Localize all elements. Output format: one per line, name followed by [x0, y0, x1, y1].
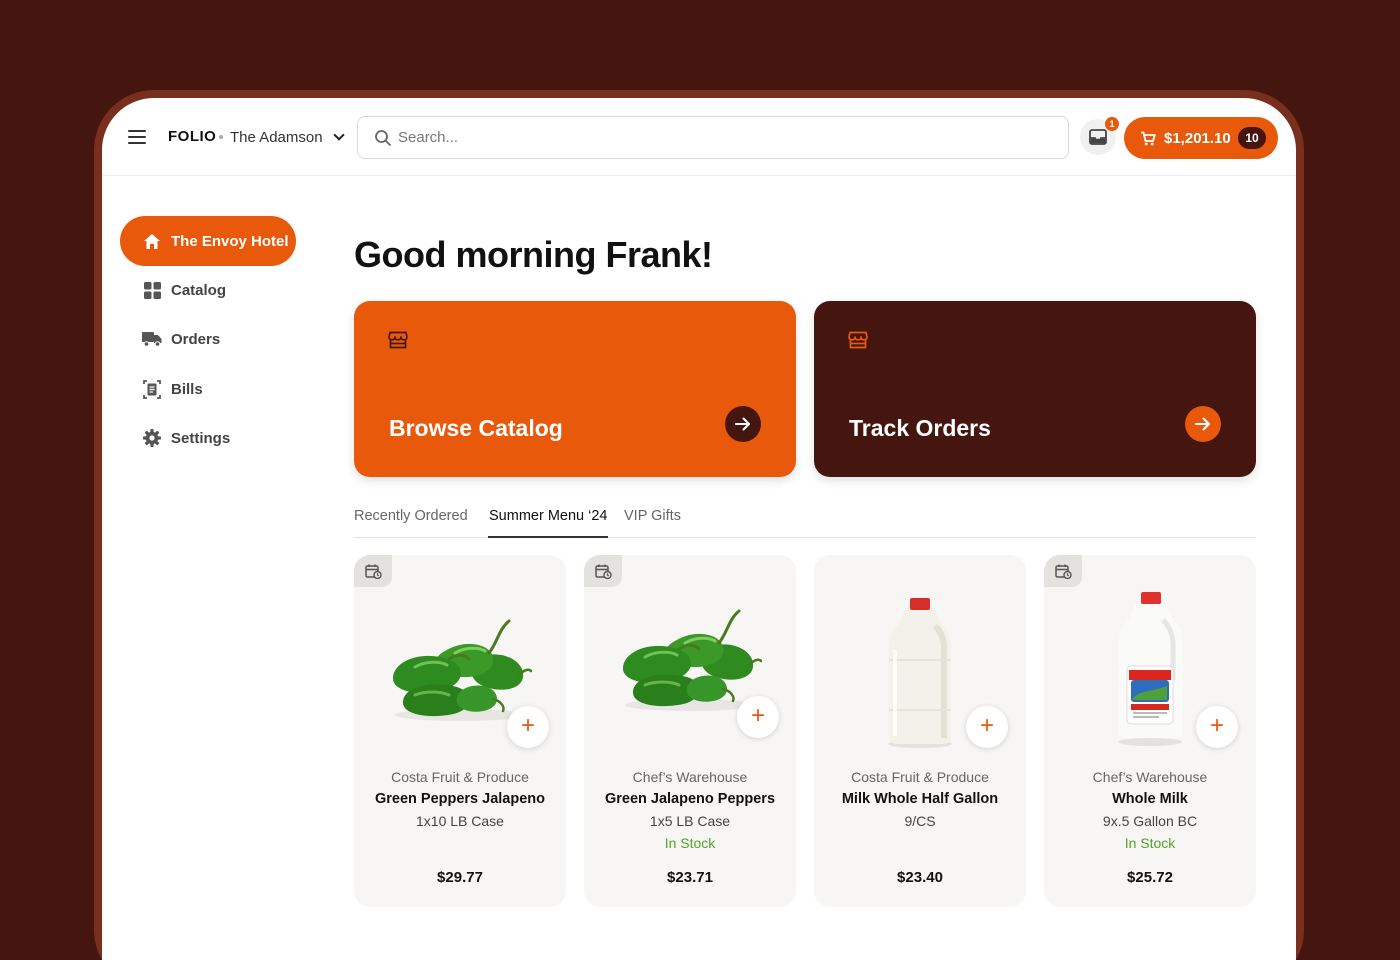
receipt-icon: [142, 379, 162, 399]
product-pack-size: 1x10 LB Case: [416, 813, 504, 829]
product-card[interactable]: + Chef’s Warehouse Green Jalapeno Pepper…: [584, 555, 796, 907]
inbox-icon: [1089, 129, 1107, 145]
product-pack-size: 9x.5 Gallon BC: [1102, 813, 1198, 829]
browse-catalog-card[interactable]: Browse Catalog: [354, 301, 796, 477]
product-price: $23.40: [897, 869, 943, 886]
cart-total: $1,201.10: [1164, 129, 1231, 147]
sidebar-item-label: The Envoy Hotel: [171, 232, 289, 250]
store-icon: [388, 331, 408, 349]
add-to-cart-button[interactable]: +: [1196, 706, 1238, 748]
sidebar-item-bills[interactable]: Bills: [120, 364, 296, 414]
card-title: Track Orders: [849, 415, 991, 441]
track-orders-card[interactable]: Track Orders: [814, 301, 1256, 477]
product-vendor: Chef’s Warehouse: [1092, 769, 1208, 785]
product-card[interactable]: + Chef’s Warehouse Whole Milk 9x.5 Gallo…: [1044, 555, 1256, 907]
app-screen: FOLIO The Adamson 1: [102, 98, 1296, 960]
card-title: Browse Catalog: [389, 415, 563, 441]
sidebar-item-settings[interactable]: Settings: [120, 413, 296, 463]
sidebar-item-label: Settings: [171, 429, 231, 447]
menu-icon[interactable]: [128, 130, 146, 144]
organization-selector[interactable]: The Adamson: [230, 126, 345, 148]
sidebar-item-label: Bills: [171, 380, 203, 398]
cart-button[interactable]: $1,201.10 10: [1124, 117, 1278, 159]
chevron-down-icon: [332, 129, 345, 141]
cart-count-badge: 10: [1238, 127, 1266, 149]
stock-status: In Stock: [1124, 835, 1176, 851]
gear-icon: [142, 428, 162, 448]
organization-name: The Adamson: [230, 128, 323, 146]
product-vendor: Costa Fruit & Produce: [851, 769, 989, 785]
add-to-cart-button[interactable]: +: [966, 706, 1008, 748]
product-price: $25.72: [1127, 869, 1173, 886]
product-pack-size: 1x5 LB Case: [649, 813, 731, 829]
sidebar-item-catalog[interactable]: Catalog: [120, 265, 296, 315]
product-pack-size: 9/CS: [904, 813, 936, 829]
grid-icon: [142, 280, 162, 300]
collection-tabs: Recently Ordered Summer Menu ‘24 VIP Gif…: [354, 502, 1256, 538]
product-name[interactable]: Green Peppers Jalapeno: [354, 791, 566, 807]
add-to-cart-button[interactable]: +: [737, 696, 779, 738]
product-vendor: Chef’s Warehouse: [632, 769, 748, 785]
stock-status: In Stock: [664, 835, 716, 851]
product-price: $23.71: [667, 869, 713, 886]
recurring-order-icon[interactable]: [354, 555, 392, 587]
arrow-right-icon[interactable]: [725, 406, 761, 442]
brand-logo: FOLIO: [168, 128, 217, 145]
product-card[interactable]: + Costa Fruit & Produce Green Peppers Ja…: [354, 555, 566, 907]
sidebar-item-orders[interactable]: Orders: [120, 314, 296, 364]
page-title: Good morning Frank!: [354, 234, 713, 275]
tab-vip-gifts[interactable]: VIP Gifts: [624, 508, 681, 538]
add-to-cart-button[interactable]: +: [507, 706, 549, 748]
cart-icon: [1141, 131, 1156, 145]
sidebar-item-the-envoy-hotel[interactable]: The Envoy Hotel: [120, 216, 296, 266]
product-name[interactable]: Whole Milk: [1044, 791, 1256, 807]
search-input[interactable]: [398, 117, 1048, 158]
home-icon: [142, 231, 162, 251]
tab-summer-menu-24[interactable]: Summer Menu ‘24: [488, 508, 609, 538]
tab-recently-ordered[interactable]: Recently Ordered: [354, 508, 468, 538]
truck-icon: [142, 329, 162, 349]
search-bar: [357, 116, 1069, 159]
product-name[interactable]: Milk Whole Half Gallon: [814, 791, 1026, 807]
store-icon: [848, 331, 868, 349]
sidebar-item-label: Catalog: [171, 281, 227, 299]
arrow-right-icon[interactable]: [1185, 406, 1221, 442]
separator-dot: [219, 135, 223, 139]
inbox-badge: 1: [1105, 117, 1119, 131]
product-vendor: Costa Fruit & Produce: [391, 769, 529, 785]
recurring-order-icon[interactable]: [1044, 555, 1082, 587]
product-card[interactable]: + Costa Fruit & Produce Milk Whole Half …: [814, 555, 1026, 907]
top-bar: FOLIO The Adamson 1: [102, 98, 1296, 176]
sidebar-item-label: Orders: [171, 330, 221, 348]
product-name[interactable]: Green Jalapeno Peppers: [584, 791, 796, 807]
search-icon: [375, 130, 391, 146]
product-price: $29.77: [437, 869, 483, 886]
